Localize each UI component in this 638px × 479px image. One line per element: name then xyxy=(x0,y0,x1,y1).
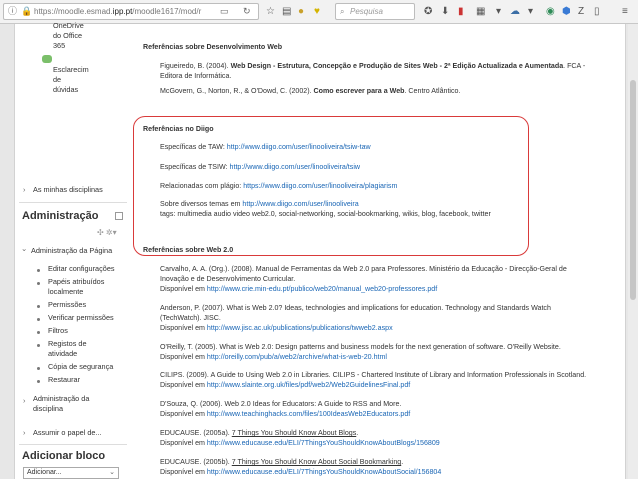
divider xyxy=(19,202,127,203)
moodle-page: OneDrive do Office 365 Esclarecim de dúv… xyxy=(14,21,626,479)
shield-icon[interactable]: ◉ xyxy=(546,5,555,18)
bullet xyxy=(37,305,40,308)
oreilly-link[interactable]: http://oreilly.com/pub/a/web2/archive/wh… xyxy=(207,353,387,361)
admin-disciplina-link[interactable]: Administração da xyxy=(33,394,89,404)
url-bar[interactable]: ⓘ 🔒 https://moodle.esmad.ipp.pt/moodle16… xyxy=(3,3,259,20)
chevron-right-icon: › xyxy=(23,396,26,405)
papeis-atribuidos-link-cont[interactable]: localmente xyxy=(48,287,83,297)
addon-red-icon[interactable]: ▮ xyxy=(458,5,464,18)
ref-mcgovern: McGovern, G., Norton, R., & O'Dowd, C. (… xyxy=(160,87,461,95)
translate-icon[interactable]: Z xyxy=(578,5,584,18)
dsouza-link[interactable]: http://www.teachinghacks.com/files/100Id… xyxy=(207,410,410,418)
ref-dsouza: D'Souza, Q. (2006). Web 2.0 Ideas for Ed… xyxy=(160,400,411,418)
registos-atividade-link[interactable]: Registos de xyxy=(48,339,87,349)
hamburger-menu-icon[interactable]: ≡ xyxy=(622,5,628,18)
ref-figueiredo: Figueiredo, B. (2004). Web Design - Estr… xyxy=(160,62,586,80)
addon-menu-icon[interactable]: ▾ xyxy=(496,5,501,18)
ref-educause-social: EDUCAUSE. (2005b). 7 Things You Should K… xyxy=(160,458,442,476)
ref-cilips: CILIPS. (2009). A Guide to Using Web 2.0… xyxy=(160,371,587,389)
sync-icon[interactable]: ⬢ xyxy=(562,5,571,18)
reload-icon[interactable]: ↻ xyxy=(243,4,251,19)
info-icon[interactable]: ⓘ xyxy=(8,4,17,19)
addon-small-icon[interactable]: ▾ xyxy=(528,5,533,18)
reading-list-icon[interactable]: ▤ xyxy=(282,5,291,18)
page-scrollbar[interactable] xyxy=(628,24,638,479)
page-menu-icon[interactable]: ▯ xyxy=(594,5,600,18)
bullet xyxy=(37,282,40,285)
search-icon: ⌕ xyxy=(340,7,345,16)
vpn-icon[interactable]: ♥ xyxy=(314,5,320,18)
extension-icon[interactable]: ● xyxy=(298,5,304,18)
admin-disciplina-link-cont[interactable]: disciplina xyxy=(33,404,63,414)
bullet xyxy=(37,344,40,347)
cloud-icon[interactable]: ☁ xyxy=(510,5,520,18)
chat-icon xyxy=(42,55,52,63)
cilips-link[interactable]: http://www.slainte.org.uk/files/pdf/web2… xyxy=(207,381,410,389)
addon-grid-icon[interactable]: ▦ xyxy=(476,5,485,18)
restaurar-link[interactable]: Restaurar xyxy=(48,375,80,385)
section-title-dev-web: Referências sobre Desenvolvimento Web xyxy=(143,43,283,51)
lock-icon: 🔒 xyxy=(21,6,33,16)
search-bar[interactable]: ⌕ Pesquisa xyxy=(335,3,415,20)
educause-blogs-link[interactable]: http://www.educause.edu/ELI/7ThingsYouSh… xyxy=(207,439,440,447)
sidebar: OneDrive do Office 365 Esclarecim de dúv… xyxy=(15,21,127,479)
bullet xyxy=(37,380,40,383)
chevron-right-icon: › xyxy=(23,185,26,194)
bullet xyxy=(37,269,40,272)
collapse-block-icon[interactable] xyxy=(115,212,123,220)
add-block-select-value: Adicionar... xyxy=(27,469,62,476)
papeis-atribuidos-link[interactable]: Papéis atribuídos xyxy=(48,277,104,287)
verificar-permissoes-link[interactable]: Verificar permissões xyxy=(48,313,114,323)
ref-oreilly: O'Reilly, T. (2005). What is Web 2.0: De… xyxy=(160,343,561,361)
admin-block-title: Administração xyxy=(22,210,99,222)
reader-view-icon[interactable]: ▭ xyxy=(220,4,229,19)
anderson-link[interactable]: http://www.jisc.ac.uk/publications/publi… xyxy=(207,324,393,332)
move-gear-icons[interactable]: ✣ ✲▾ xyxy=(97,228,117,237)
divider xyxy=(19,444,127,445)
editar-configuracoes-link[interactable]: Editar configurações xyxy=(48,264,115,274)
carvalho-link[interactable]: http://www.crie.min-edu.pt/publico/web20… xyxy=(207,285,437,293)
onedrive-link[interactable]: OneDrive do Office 365 xyxy=(53,21,84,51)
filtros-link[interactable]: Filtros xyxy=(48,326,68,336)
bullet xyxy=(37,318,40,321)
add-block-select[interactable]: Adicionar... ⌄ xyxy=(23,467,119,479)
pocket-icon[interactable]: ✪ xyxy=(424,5,432,18)
minhas-disciplinas-link[interactable]: As minhas disciplinas xyxy=(33,185,103,195)
bullet xyxy=(37,331,40,334)
bullet xyxy=(37,367,40,370)
admin-pagina-link[interactable]: Administração da Página xyxy=(31,246,112,256)
url-text: https://moodle.esmad.ipp.pt/moodle1617/m… xyxy=(34,7,202,16)
bookmark-star-icon[interactable]: ☆ xyxy=(266,5,275,18)
add-block-title: Adicionar bloco xyxy=(22,450,106,462)
search-placeholder: Pesquisa xyxy=(350,7,383,16)
ref-educause-blogs: EDUCAUSE. (2005a). 7 Things You Should K… xyxy=(160,429,440,447)
ref-carvalho: Carvalho, A. A. (Org.). (2008). Manual d… xyxy=(160,265,567,293)
permissoes-link[interactable]: Permissões xyxy=(48,300,86,310)
chat-link[interactable]: Esclarecim de dúvidas xyxy=(53,65,89,95)
registos-atividade-link-cont[interactable]: atividade xyxy=(48,349,77,359)
chevron-down-icon: ⌄ xyxy=(21,244,28,253)
assumir-papel-link[interactable]: Assumir o papel de... xyxy=(33,428,102,438)
copia-seguranca-link[interactable]: Cópia de segurança xyxy=(48,362,113,372)
educause-social-link[interactable]: http://www.educause.edu/ELI/7ThingsYouSh… xyxy=(207,468,441,476)
ref-anderson: Anderson, P. (2007). What is Web 2.0? Id… xyxy=(160,304,551,332)
chevron-down-icon: ⌄ xyxy=(109,469,115,476)
download-icon[interactable]: ⬇ xyxy=(441,5,449,18)
diigo-highlight-box xyxy=(133,116,529,256)
scrollbar-thumb[interactable] xyxy=(630,80,636,300)
chevron-right-icon: › xyxy=(23,428,26,437)
browser-toolbar: ⓘ 🔒 https://moodle.esmad.ipp.pt/moodle16… xyxy=(0,0,638,24)
